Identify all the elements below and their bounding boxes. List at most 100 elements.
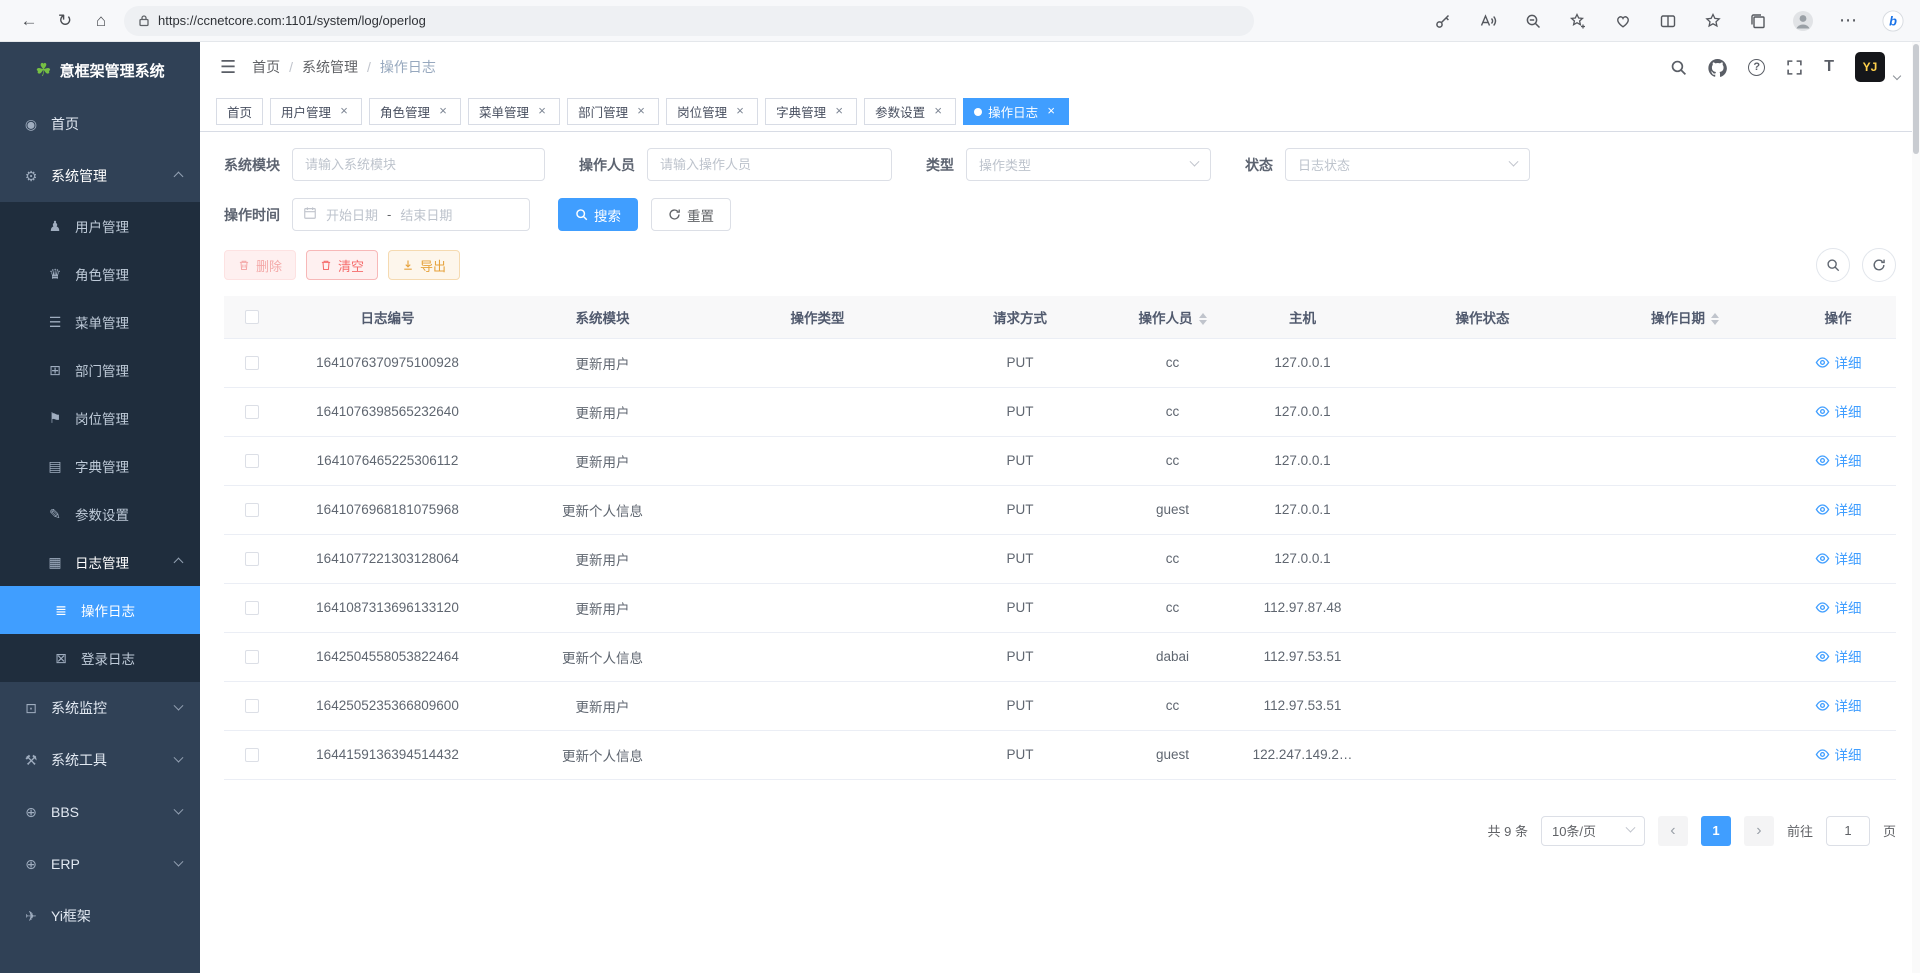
sort-icon[interactable] bbox=[1199, 313, 1207, 325]
refresh-button[interactable]: ↻ bbox=[52, 8, 78, 34]
tab-users[interactable]: 用户管理 × bbox=[270, 98, 362, 125]
close-icon[interactable]: × bbox=[1044, 105, 1058, 119]
close-icon[interactable]: × bbox=[436, 105, 450, 119]
sidebar-item-erp[interactable]: ⊕ ERP bbox=[0, 838, 200, 890]
tab-dicts[interactable]: 字典管理 × bbox=[765, 98, 857, 125]
collections-icon[interactable] bbox=[1747, 10, 1769, 32]
close-icon[interactable]: × bbox=[832, 105, 846, 119]
detail-link[interactable]: 详细 bbox=[1815, 548, 1862, 568]
sidebar-item-home[interactable]: ◉ 首页 bbox=[0, 98, 200, 150]
search-button[interactable]: 搜索 bbox=[558, 198, 638, 231]
copilot-icon[interactable]: b bbox=[1882, 10, 1904, 32]
close-icon[interactable]: × bbox=[634, 105, 648, 119]
hamburger-icon[interactable]: ☰ bbox=[220, 57, 236, 78]
close-icon[interactable]: × bbox=[337, 105, 351, 119]
favorites-bar-icon[interactable] bbox=[1702, 10, 1724, 32]
address-bar[interactable]: https://ccnetcore.com:1101/system/log/op… bbox=[124, 6, 1254, 36]
col-date[interactable]: 操作日期 bbox=[1590, 296, 1780, 338]
fullscreen-icon[interactable] bbox=[1786, 59, 1803, 76]
user-avatar[interactable]: YJ bbox=[1855, 52, 1885, 82]
tab-home[interactable]: 首页 bbox=[216, 98, 263, 125]
module-input[interactable] bbox=[292, 148, 545, 181]
close-icon[interactable]: × bbox=[733, 105, 747, 119]
detail-link[interactable]: 详细 bbox=[1815, 646, 1862, 666]
profile-avatar[interactable] bbox=[1792, 10, 1814, 32]
scrollbar-thumb[interactable] bbox=[1913, 44, 1919, 154]
row-checkbox[interactable] bbox=[245, 699, 259, 713]
password-key-icon[interactable] bbox=[1432, 10, 1454, 32]
detail-link[interactable]: 详细 bbox=[1815, 450, 1862, 470]
row-checkbox[interactable] bbox=[245, 601, 259, 615]
refresh-list-button[interactable] bbox=[1862, 248, 1896, 282]
row-checkbox[interactable] bbox=[245, 650, 259, 664]
row-checkbox[interactable] bbox=[245, 503, 259, 517]
date-range-picker[interactable]: 开始日期 - 结束日期 bbox=[292, 198, 530, 231]
sidebar-item-dict-mgmt[interactable]: ▤ 字典管理 bbox=[0, 442, 200, 490]
detail-link[interactable]: 详细 bbox=[1815, 744, 1862, 764]
more-menu-icon[interactable]: ⋯ bbox=[1837, 10, 1859, 32]
sidebar-item-post-mgmt[interactable]: ⚑ 岗位管理 bbox=[0, 394, 200, 442]
sidebar-item-system-tools[interactable]: ⚒ 系统工具 bbox=[0, 734, 200, 786]
split-screen-icon[interactable] bbox=[1657, 10, 1679, 32]
sidebar-item-user-mgmt[interactable]: ♟ 用户管理 bbox=[0, 202, 200, 250]
row-checkbox[interactable] bbox=[245, 454, 259, 468]
sidebar-item-role-mgmt[interactable]: ♛ 角色管理 bbox=[0, 250, 200, 298]
sidebar-item-param-settings[interactable]: ✎ 参数设置 bbox=[0, 490, 200, 538]
zoom-out-icon[interactable] bbox=[1522, 10, 1544, 32]
row-checkbox[interactable] bbox=[245, 552, 259, 566]
font-size-icon[interactable]: T bbox=[1824, 58, 1834, 76]
search-icon[interactable] bbox=[1670, 59, 1687, 76]
type-select[interactable]: 操作类型 bbox=[966, 148, 1211, 181]
page-scrollbar[interactable] bbox=[1912, 42, 1920, 973]
read-aloud-icon[interactable] bbox=[1477, 10, 1499, 32]
clear-button[interactable]: 清空 bbox=[306, 250, 378, 280]
page-size-select[interactable]: 10条/页 bbox=[1541, 816, 1645, 846]
sidebar-item-system-mgmt[interactable]: ⚙ 系统管理 bbox=[0, 150, 200, 202]
browser-essentials-icon[interactable] bbox=[1612, 10, 1634, 32]
tab-params[interactable]: 参数设置 × bbox=[864, 98, 956, 125]
sort-icon[interactable] bbox=[1711, 313, 1719, 325]
detail-link[interactable]: 详细 bbox=[1815, 401, 1862, 421]
sidebar-item-menu-mgmt[interactable]: ☰ 菜单管理 bbox=[0, 298, 200, 346]
close-icon[interactable]: × bbox=[535, 105, 549, 119]
detail-link[interactable]: 详细 bbox=[1815, 499, 1862, 519]
breadcrumb-system[interactable]: 系统管理 bbox=[302, 57, 358, 77]
export-button[interactable]: 导出 bbox=[388, 250, 460, 280]
row-checkbox[interactable] bbox=[245, 748, 259, 762]
detail-link[interactable]: 详细 bbox=[1815, 597, 1862, 617]
operator-input[interactable] bbox=[647, 148, 892, 181]
sidebar-item-bbs[interactable]: ⊕ BBS bbox=[0, 786, 200, 838]
reset-button[interactable]: 重置 bbox=[651, 198, 731, 231]
status-select[interactable]: 日志状态 bbox=[1285, 148, 1530, 181]
delete-button[interactable]: 删除 bbox=[224, 250, 296, 280]
chevron-down-icon[interactable] bbox=[1893, 72, 1901, 80]
select-all-checkbox[interactable] bbox=[245, 310, 259, 324]
tab-posts[interactable]: 岗位管理 × bbox=[666, 98, 758, 125]
show-search-button[interactable] bbox=[1816, 248, 1850, 282]
row-checkbox[interactable] bbox=[245, 356, 259, 370]
detail-link[interactable]: 详细 bbox=[1815, 695, 1862, 715]
home-button[interactable]: ⌂ bbox=[88, 8, 114, 34]
row-checkbox[interactable] bbox=[245, 405, 259, 419]
sidebar-item-operlog[interactable]: ≣ 操作日志 bbox=[0, 586, 200, 634]
close-icon[interactable]: × bbox=[931, 105, 945, 119]
prev-page-button[interactable]: ‹ bbox=[1658, 816, 1688, 846]
next-page-button[interactable]: › bbox=[1744, 816, 1774, 846]
sidebar-item-system-monitor[interactable]: ⊡ 系统监控 bbox=[0, 682, 200, 734]
tab-depts[interactable]: 部门管理 × bbox=[567, 98, 659, 125]
page-1-button[interactable]: 1 bbox=[1701, 816, 1731, 846]
sidebar-item-loginlog[interactable]: ⊠ 登录日志 bbox=[0, 634, 200, 682]
col-operator[interactable]: 操作人员 bbox=[1115, 296, 1230, 338]
help-icon[interactable]: ? bbox=[1748, 59, 1765, 76]
sidebar-item-log-mgmt[interactable]: ▦ 日志管理 bbox=[0, 538, 200, 586]
tab-roles[interactable]: 角色管理 × bbox=[369, 98, 461, 125]
detail-link[interactable]: 详细 bbox=[1815, 352, 1862, 372]
add-favorite-icon[interactable] bbox=[1567, 10, 1589, 32]
goto-page-input[interactable] bbox=[1826, 816, 1870, 846]
sidebar-item-yi-framework[interactable]: ✈ Yi框架 bbox=[0, 890, 200, 942]
back-button[interactable]: ← bbox=[16, 8, 42, 34]
github-icon[interactable] bbox=[1708, 58, 1727, 77]
tab-operlog[interactable]: 操作日志 × bbox=[963, 98, 1069, 125]
breadcrumb-home[interactable]: 首页 bbox=[252, 57, 280, 77]
sidebar-item-dept-mgmt[interactable]: ⊞ 部门管理 bbox=[0, 346, 200, 394]
